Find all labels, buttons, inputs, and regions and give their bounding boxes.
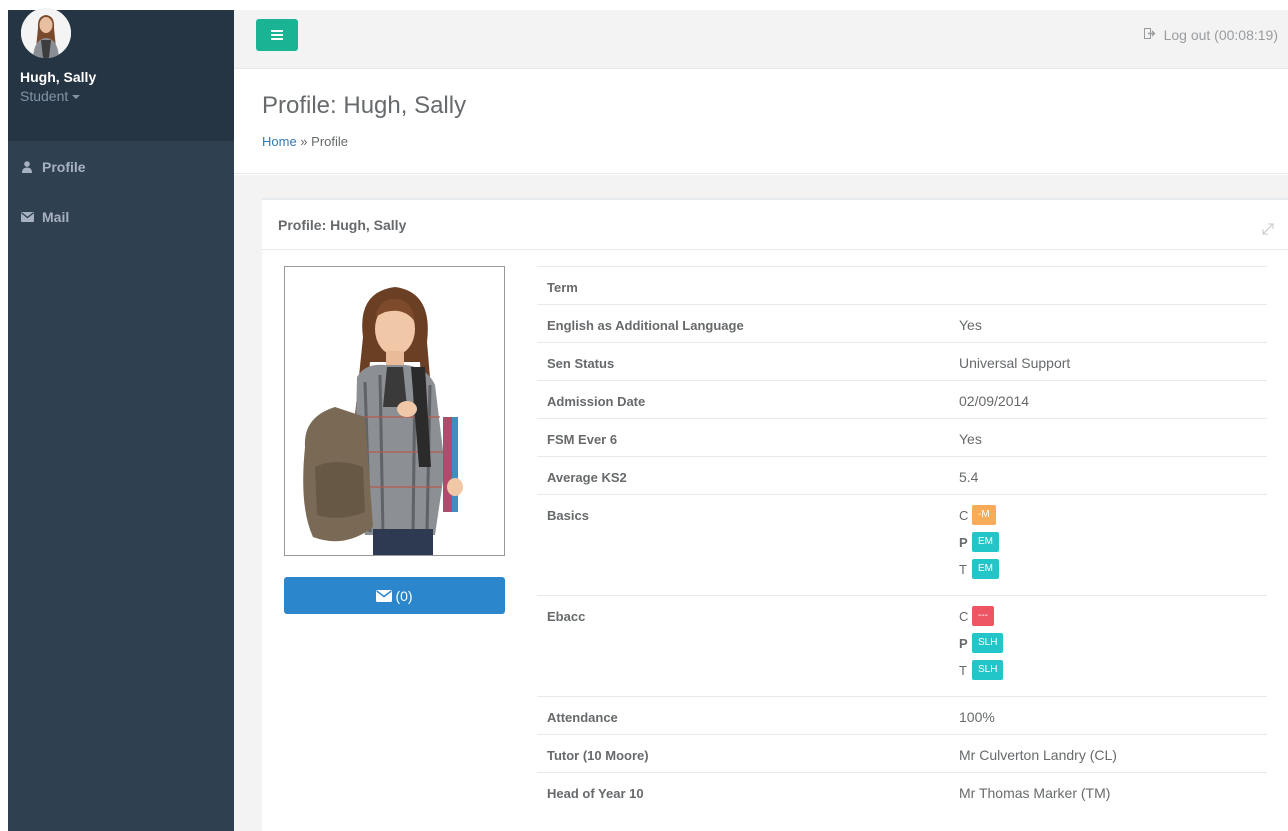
row-label: Tutor (10 Moore) — [547, 748, 649, 763]
row-value: 5.4 — [959, 469, 979, 485]
row-label: English as Additional Language — [547, 318, 744, 333]
row-value: Yes — [959, 317, 982, 333]
user-role-label: Student — [20, 88, 69, 104]
sidebar-item-mail[interactable]: Mail — [8, 197, 234, 237]
basics-line: C -M — [959, 505, 996, 525]
row-label: Attendance — [547, 710, 618, 725]
breadcrumb-home-link[interactable]: Home — [262, 134, 297, 149]
row-label: Ebacc — [547, 609, 586, 624]
sidebar-item-profile[interactable]: Profile — [8, 147, 234, 187]
profile-details-table: Term English as Additional Language Yes … — [537, 266, 1267, 810]
table-row: Head of Year 10 Mr Thomas Marker (TM) — [537, 772, 1267, 810]
table-row: FSM Ever 6 Yes — [537, 418, 1267, 456]
avatar[interactable] — [21, 8, 71, 58]
basics-line: P EM — [959, 532, 999, 552]
menu-toggle-button[interactable] — [256, 19, 298, 51]
panel-title: Profile: Hugh, Sally — [278, 217, 407, 233]
mail-count: (0) — [395, 587, 413, 604]
hamburger-icon — [271, 30, 283, 40]
table-row-basics: Basics C -M P EM T EM — [537, 494, 1267, 595]
status-badge: EM — [972, 559, 999, 579]
logout-label: Log out (00:08:19) — [1163, 27, 1278, 43]
table-row: English as Additional Language Yes — [537, 304, 1267, 342]
user-name: Hugh, Sally — [20, 69, 97, 85]
row-value: 02/09/2014 — [959, 393, 1030, 409]
row-label: Head of Year 10 — [547, 786, 644, 801]
table-row: Sen Status Universal Support — [537, 342, 1267, 380]
row-label: Term — [547, 280, 578, 295]
basics-line: T EM — [959, 559, 999, 579]
badge-prefix: C — [959, 608, 969, 624]
table-row: Average KS2 5.4 — [537, 456, 1267, 494]
page-heading: Profile: Hugh, Sally Home » Profile — [234, 70, 1288, 174]
badge-prefix: P — [959, 534, 968, 550]
table-row: Admission Date 02/09/2014 — [537, 380, 1267, 418]
divider — [262, 249, 1288, 250]
sidebar-item-label: Profile — [42, 159, 86, 175]
status-badge: SLH — [972, 660, 1004, 680]
ebacc-line: T SLH — [959, 660, 1004, 680]
ebacc-line: C --- — [959, 606, 994, 626]
status-badge: EM — [972, 532, 999, 552]
logout-link[interactable]: Log out (00:08:19) — [1143, 27, 1278, 43]
row-value: 100% — [959, 709, 995, 725]
row-value: Yes — [959, 431, 982, 447]
user-role-dropdown[interactable]: Student — [20, 88, 81, 104]
status-badge: --- — [972, 606, 994, 626]
status-badge: -M — [972, 505, 996, 525]
envelope-icon — [376, 589, 393, 602]
row-label: Sen Status — [547, 356, 615, 371]
row-label: Average KS2 — [547, 470, 627, 485]
envelope-icon — [20, 212, 34, 222]
sidebar-profile-header: Hugh, Sally Student — [8, 8, 234, 141]
status-badge: SLH — [972, 633, 1004, 653]
sidebar: Hugh, Sally Student Profile Mail — [8, 8, 234, 831]
user-icon — [20, 161, 34, 173]
mail-button[interactable]: (0) — [284, 577, 505, 614]
page-title: Profile: Hugh, Sally — [262, 92, 467, 119]
row-value: Mr Thomas Marker (TM) — [959, 785, 1111, 801]
row-value: Mr Culverton Landry (CL) — [959, 747, 1117, 763]
row-label: Basics — [547, 508, 589, 523]
breadcrumb-separator: » — [296, 134, 312, 149]
badge-prefix: P — [959, 635, 968, 651]
sidebar-item-label: Mail — [42, 209, 70, 225]
sign-out-icon — [1143, 28, 1156, 42]
badge-prefix: T — [959, 561, 967, 577]
table-row: Attendance 100% — [537, 696, 1267, 734]
row-value: Universal Support — [959, 355, 1071, 371]
ebacc-line: P SLH — [959, 633, 1004, 653]
student-photo — [284, 266, 505, 556]
table-row-ebacc: Ebacc C --- P SLH T SLH — [537, 595, 1267, 696]
top-navbar: Log out (00:08:19) — [234, 10, 1288, 69]
profile-panel: Profile: Hugh, Sally (0) Term English as… — [262, 198, 1288, 831]
row-label: FSM Ever 6 — [547, 432, 618, 447]
breadcrumb: Home » Profile — [262, 134, 348, 149]
badge-prefix: T — [959, 662, 967, 678]
breadcrumb-current: Profile — [311, 134, 349, 149]
table-row: Tutor (10 Moore) Mr Culverton Landry (CL… — [537, 734, 1267, 772]
badge-prefix: C — [959, 507, 969, 523]
table-row: Term — [537, 266, 1267, 304]
expand-icon[interactable] — [1262, 222, 1274, 235]
caret-down-icon — [72, 95, 81, 100]
row-label: Admission Date — [547, 394, 646, 409]
